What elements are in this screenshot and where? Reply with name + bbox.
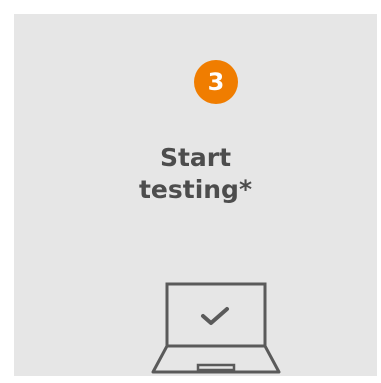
- laptop-screen: [165, 282, 267, 348]
- step-card: 3 Start testing*: [14, 14, 377, 376]
- step-title-line-2: testing*: [138, 175, 253, 204]
- step-title-line-1: Start: [159, 143, 232, 172]
- check-mark: [201, 307, 229, 325]
- laptop-base: [151, 344, 281, 374]
- step-title: Start testing*: [14, 142, 377, 206]
- laptop-check-icon: [151, 282, 281, 374]
- laptop-trackpad: [196, 363, 236, 372]
- step-number-badge: 3: [194, 60, 238, 104]
